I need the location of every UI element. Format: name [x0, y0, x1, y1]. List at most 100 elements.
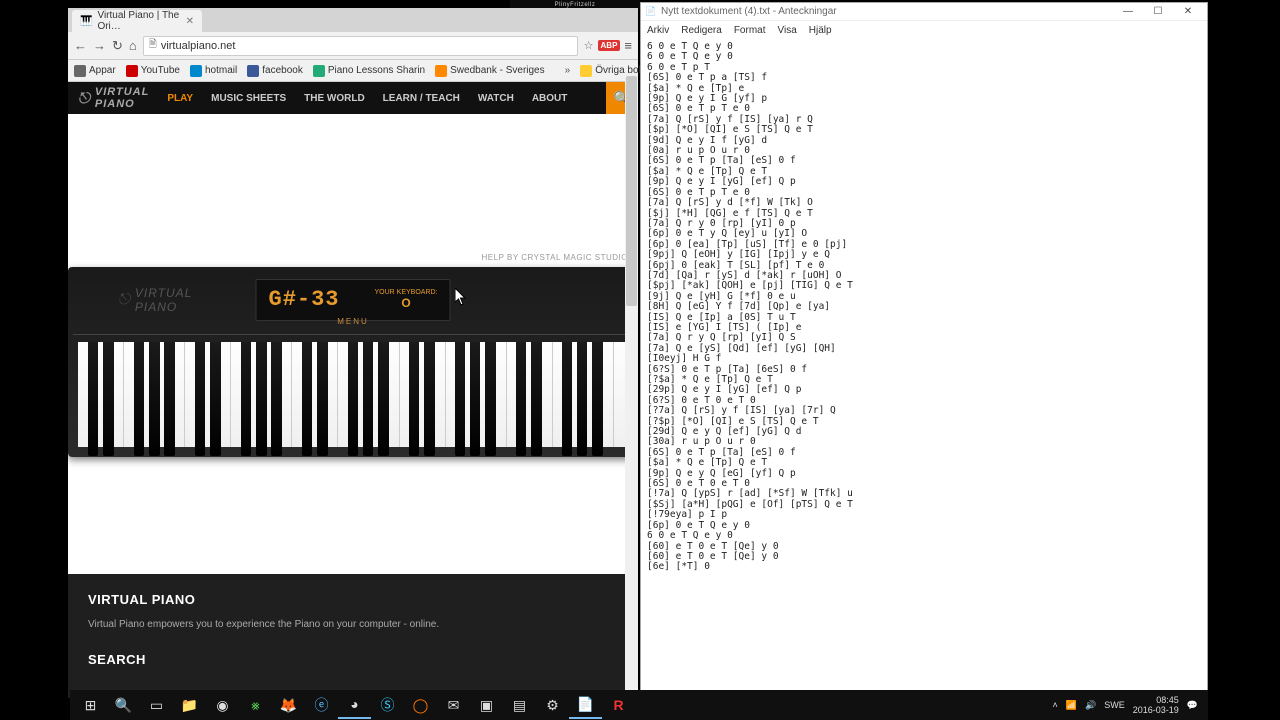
- close-icon[interactable]: ✕: [1173, 6, 1203, 17]
- tray-chevron-icon[interactable]: ˄: [1053, 700, 1058, 710]
- origin-icon[interactable]: ◯: [404, 691, 437, 719]
- skype-icon[interactable]: Ⓢ: [371, 691, 404, 719]
- black-key[interactable]: [485, 342, 495, 456]
- black-key[interactable]: [348, 342, 358, 456]
- app-icon-2[interactable]: ▤: [503, 691, 536, 719]
- notifications-icon[interactable]: 💬: [1187, 700, 1198, 711]
- menu-hjalp[interactable]: Hjälp: [809, 25, 832, 36]
- bookmark-facebook[interactable]: facebook: [247, 65, 303, 77]
- browser-tabstrip: 🎹 Virtual Piano | The Ori… ✕: [68, 8, 638, 32]
- black-key[interactable]: [88, 342, 98, 456]
- reload-icon[interactable]: ↻: [112, 38, 123, 54]
- piano-credit: HELP BY CRYSTAL MAGIC STUDIO: [482, 253, 628, 262]
- wifi-icon[interactable]: 📶: [1066, 700, 1077, 711]
- scroll-thumb[interactable]: [626, 76, 637, 306]
- nav-learn-teach[interactable]: LEARN / TEACH: [383, 93, 460, 104]
- black-key[interactable]: [378, 342, 388, 456]
- start-button[interactable]: ⊞: [74, 691, 107, 719]
- bookmark-youtube[interactable]: YouTube: [126, 65, 180, 77]
- black-key[interactable]: [577, 342, 587, 456]
- piano-menu-label[interactable]: MENU: [337, 317, 369, 326]
- logo-deco-icon: ⎋: [118, 291, 131, 308]
- system-clock[interactable]: 08:45 2016-03-19: [1133, 695, 1179, 715]
- black-key[interactable]: [164, 342, 174, 456]
- black-key[interactable]: [134, 342, 144, 456]
- black-key[interactable]: [149, 342, 159, 456]
- black-key[interactable]: [531, 342, 541, 456]
- virtualpiano-logo[interactable]: ⎋ VIRTUALPIANO: [78, 86, 149, 110]
- taskbar: ⊞ 🔍 ▭ 📁 ◉ ⨳ 🦊 ⓔ ◕ Ⓢ ◯ ✉ ▣ ▤ ⚙ 📄 R ˄ 📶 🔊 …: [70, 690, 1208, 720]
- menu-visa[interactable]: Visa: [778, 25, 797, 36]
- address-text: virtualpiano.net: [161, 40, 236, 52]
- app-icon[interactable]: ▣: [470, 691, 503, 719]
- black-key[interactable]: [516, 342, 526, 456]
- black-key[interactable]: [363, 342, 373, 456]
- notepad-menubar: Arkiv Redigera Format Visa Hjälp: [641, 21, 1207, 40]
- clock-date: 2016-03-19: [1133, 705, 1179, 715]
- nav-watch[interactable]: WATCH: [478, 93, 514, 104]
- menu-format[interactable]: Format: [734, 25, 766, 36]
- black-key[interactable]: [470, 342, 480, 456]
- address-bar[interactable]: 🗎 virtualpiano.net: [143, 36, 578, 56]
- menu-redigera[interactable]: Redigera: [681, 25, 722, 36]
- site-nav: ⎋ VIRTUALPIANO PLAY MUSIC SHEETS THE WOR…: [68, 82, 638, 114]
- steam-icon[interactable]: ◉: [206, 691, 239, 719]
- nav-about[interactable]: ABOUT: [532, 93, 568, 104]
- mail-icon[interactable]: ✉: [437, 691, 470, 719]
- browser-tab[interactable]: 🎹 Virtual Piano | The Ori… ✕: [72, 10, 202, 32]
- ie-icon[interactable]: ⓔ: [305, 691, 338, 719]
- piano-top: ⎋ VIRTUALPIANO G#-33 YOUR KEYBOARD: O ME…: [68, 267, 638, 332]
- abp-badge[interactable]: ABP: [598, 40, 621, 51]
- back-icon[interactable]: ←: [74, 38, 87, 53]
- tray-lang[interactable]: SWE: [1104, 700, 1125, 710]
- search-icon[interactable]: 🔍: [107, 691, 140, 719]
- explorer-icon[interactable]: 📁: [173, 691, 206, 719]
- nav-the-world[interactable]: THE WORLD: [304, 93, 365, 104]
- bookmark-star-icon[interactable]: ☆: [584, 39, 594, 52]
- black-key[interactable]: [103, 342, 113, 456]
- bookmark-hotmail[interactable]: hotmail: [190, 65, 237, 77]
- forward-icon[interactable]: →: [93, 38, 106, 53]
- razer-icon[interactable]: ⨳: [239, 691, 272, 719]
- menu-arkiv[interactable]: Arkiv: [647, 25, 669, 36]
- black-key[interactable]: [592, 342, 602, 456]
- maximize-icon[interactable]: ☐: [1143, 6, 1173, 17]
- black-key[interactable]: [302, 342, 312, 456]
- keyboard-hint: YOUR KEYBOARD: O: [374, 289, 437, 310]
- black-key[interactable]: [409, 342, 419, 456]
- settings-icon[interactable]: ⚙: [536, 691, 569, 719]
- chrome-icon[interactable]: ◕: [338, 691, 371, 719]
- hamburger-icon[interactable]: ≡: [624, 38, 632, 53]
- minimize-icon[interactable]: —: [1113, 6, 1143, 17]
- notepad-textarea[interactable]: 6 0 e T Q e y 0 6 0 e T Q e y 0 6 0 e T …: [641, 40, 1207, 696]
- close-icon[interactable]: ✕: [186, 16, 194, 27]
- bookmark-piano-lessons[interactable]: Piano Lessons Sharin: [313, 65, 425, 77]
- black-key[interactable]: [317, 342, 327, 456]
- black-key[interactable]: [424, 342, 434, 456]
- home-icon[interactable]: ⌂: [129, 38, 137, 53]
- scrollbar-vertical[interactable]: [625, 76, 638, 698]
- black-key[interactable]: [210, 342, 220, 456]
- black-key[interactable]: [195, 342, 205, 456]
- clock-time: 08:45: [1133, 695, 1179, 705]
- black-key[interactable]: [562, 342, 572, 456]
- black-key[interactable]: [256, 342, 266, 456]
- nav-music-sheets[interactable]: MUSIC SHEETS: [211, 93, 286, 104]
- bookmark-swedbank[interactable]: Swedbank - Sveriges: [435, 65, 545, 77]
- volume-icon[interactable]: 🔊: [1085, 700, 1096, 711]
- bookmark-overflow[interactable]: »: [565, 65, 571, 76]
- notepad-taskbar-icon[interactable]: 📄: [569, 691, 602, 719]
- black-key[interactable]: [241, 342, 251, 456]
- bookmark-appar[interactable]: Appar: [74, 65, 116, 77]
- footer-heading-2: SEARCH: [88, 652, 618, 667]
- system-tray[interactable]: ˄ 📶 🔊 SWE 08:45 2016-03-19 💬: [1053, 695, 1204, 715]
- notepad-titlebar[interactable]: 📄 Nytt textdokument (4).txt - Anteckning…: [641, 3, 1207, 21]
- bookmarks-bar: Appar YouTube hotmail facebook Piano Les…: [68, 60, 638, 82]
- roblox-icon[interactable]: R: [602, 691, 635, 719]
- black-key[interactable]: [455, 342, 465, 456]
- black-key[interactable]: [271, 342, 281, 456]
- firefox-icon[interactable]: 🦊: [272, 691, 305, 719]
- nav-play[interactable]: PLAY: [167, 93, 193, 104]
- task-view-icon[interactable]: ▭: [140, 691, 173, 719]
- bm-label: Swedbank - Sveriges: [450, 65, 545, 76]
